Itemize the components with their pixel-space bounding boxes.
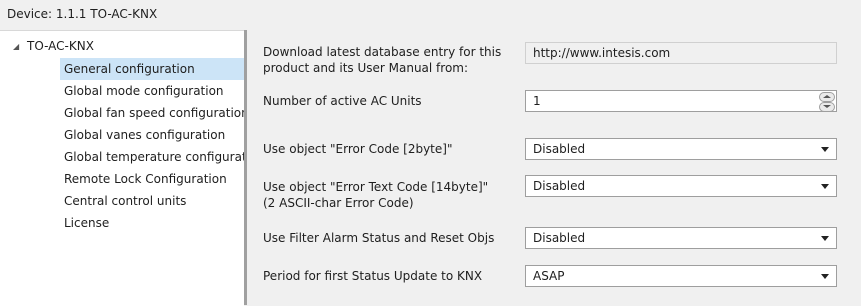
filter-alarm-select[interactable]: Disabled <box>525 227 837 249</box>
tree-item-global-fan-speed-configuration[interactable]: Global fan speed configuration <box>0 102 244 124</box>
spin-up-icon[interactable] <box>819 92 835 102</box>
filter-alarm-value: Disabled <box>533 231 586 245</box>
param-label-active-units: Number of active AC Units <box>263 94 422 108</box>
tree-item-general-configuration[interactable]: General configuration <box>60 58 244 80</box>
error-code-value: Disabled <box>533 142 586 156</box>
download-url-field: http://www.intesis.com <box>525 42 837 64</box>
tree-item-global-vanes-configuration[interactable]: Global vanes configuration <box>0 124 244 146</box>
parameter-tree: ◢ TO-AC-KNX General configuration Global… <box>0 30 244 306</box>
error-code-select[interactable]: Disabled <box>525 138 837 160</box>
device-header: Device: 1.1.1 TO-AC-KNX <box>0 0 861 30</box>
status-update-select[interactable]: ASAP <box>525 265 837 287</box>
error-text-select[interactable]: Disabled <box>525 175 837 197</box>
param-label-error-text-line1: Use object "Error Text Code [14byte]" <box>263 180 489 194</box>
param-label-filter-alarm: Use Filter Alarm Status and Reset Objs <box>263 231 495 245</box>
param-label-error-text-line2: (2 ASCII-char Error Code) <box>263 196 414 210</box>
tree-item-global-mode-configuration[interactable]: Global mode configuration <box>0 80 244 102</box>
tree-item-central-control-units[interactable]: Central control units <box>0 190 244 212</box>
tree-items: General configuration Global mode config… <box>0 58 244 234</box>
spinner <box>819 92 835 112</box>
tree-item-license[interactable]: License <box>0 212 244 234</box>
param-label-status-update: Period for first Status Update to KNX <box>263 269 483 283</box>
param-label-download-line1: Download latest database entry for this <box>263 45 502 59</box>
tree-root-label: TO-AC-KNX <box>27 39 94 53</box>
chevron-down-icon <box>821 274 829 279</box>
spin-down-icon[interactable] <box>819 102 835 112</box>
active-units-stepper[interactable]: 1 <box>525 90 837 112</box>
tree-item-global-temperature-configuration[interactable]: Global temperature configurati <box>0 146 244 168</box>
active-units-value: 1 <box>533 94 541 108</box>
error-text-value: Disabled <box>533 179 586 193</box>
expand-arrow-icon[interactable]: ◢ <box>13 42 19 51</box>
param-label-download-line2: product and its User Manual from: <box>263 61 469 75</box>
parameter-panel: Download latest database entry for this … <box>247 30 861 305</box>
chevron-down-icon <box>821 184 829 189</box>
param-label-error-code: Use object "Error Code [2byte]" <box>263 142 453 156</box>
status-update-value: ASAP <box>533 269 565 283</box>
device-label: Device: 1.1.1 TO-AC-KNX <box>7 7 158 21</box>
tree-item-remote-lock-configuration[interactable]: Remote Lock Configuration <box>0 168 244 190</box>
chevron-down-icon <box>821 236 829 241</box>
chevron-down-icon <box>821 147 829 152</box>
